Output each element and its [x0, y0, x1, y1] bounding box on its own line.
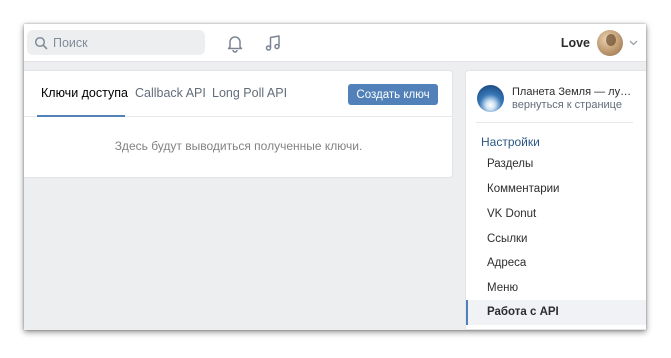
- api-keys-card: Ключи доступа Callback API Long Poll API…: [24, 70, 453, 178]
- community-name: Планета Земля — лучшие фото: [512, 85, 636, 98]
- app-window: Love Ключи доступа Callback API Long Pol…: [24, 24, 646, 330]
- tab-access-keys[interactable]: Ключи доступа: [41, 86, 128, 100]
- empty-state-text: Здесь будут выводиться полученные ключи.: [114, 139, 363, 153]
- user-menu[interactable]: Love: [561, 29, 638, 57]
- top-header: Love: [24, 24, 646, 62]
- avatar: [597, 30, 623, 56]
- music-icon[interactable]: [263, 33, 283, 53]
- chevron-down-icon: [629, 40, 638, 46]
- settings-sidebar: Планета Земля — лучшие фото вернуться к …: [465, 70, 646, 330]
- tab-long-poll-api[interactable]: Long Poll API: [212, 86, 287, 100]
- bell-icon[interactable]: [225, 33, 245, 53]
- sidebar-item-api[interactable]: Работа с API: [466, 300, 646, 325]
- sidebar-item-comments[interactable]: Комментарии: [466, 177, 646, 202]
- user-name: Love: [560, 36, 590, 50]
- sidebar-item-vk-donut[interactable]: VK Donut: [466, 202, 646, 227]
- community-text: Планета Земля — лучшие фото вернуться к …: [512, 86, 636, 111]
- sidebar-item-links[interactable]: Ссылки: [466, 227, 646, 252]
- tab-callback-api[interactable]: Callback API: [135, 86, 206, 100]
- sidebar-item-addresses[interactable]: Адреса: [466, 251, 646, 276]
- sidebar-item-sections[interactable]: Разделы: [466, 152, 646, 177]
- search-icon: [34, 36, 48, 50]
- community-avatar: [477, 84, 504, 112]
- back-to-page-link[interactable]: вернуться к странице: [512, 99, 636, 111]
- sidebar-item-menu[interactable]: Меню: [466, 276, 646, 301]
- community-link[interactable]: Планета Земля — лучшие фото вернуться к …: [477, 83, 637, 113]
- sidebar-item-settings[interactable]: Настройки: [481, 135, 540, 149]
- tab-bar: Ключи доступа Callback API Long Poll API…: [24, 71, 453, 117]
- divider: [476, 122, 633, 123]
- keys-list: Здесь будут выводиться полученные ключи.: [24, 117, 453, 179]
- create-key-button[interactable]: Создать ключ: [348, 84, 438, 105]
- search-input[interactable]: [53, 35, 193, 50]
- search-box[interactable]: [27, 30, 205, 55]
